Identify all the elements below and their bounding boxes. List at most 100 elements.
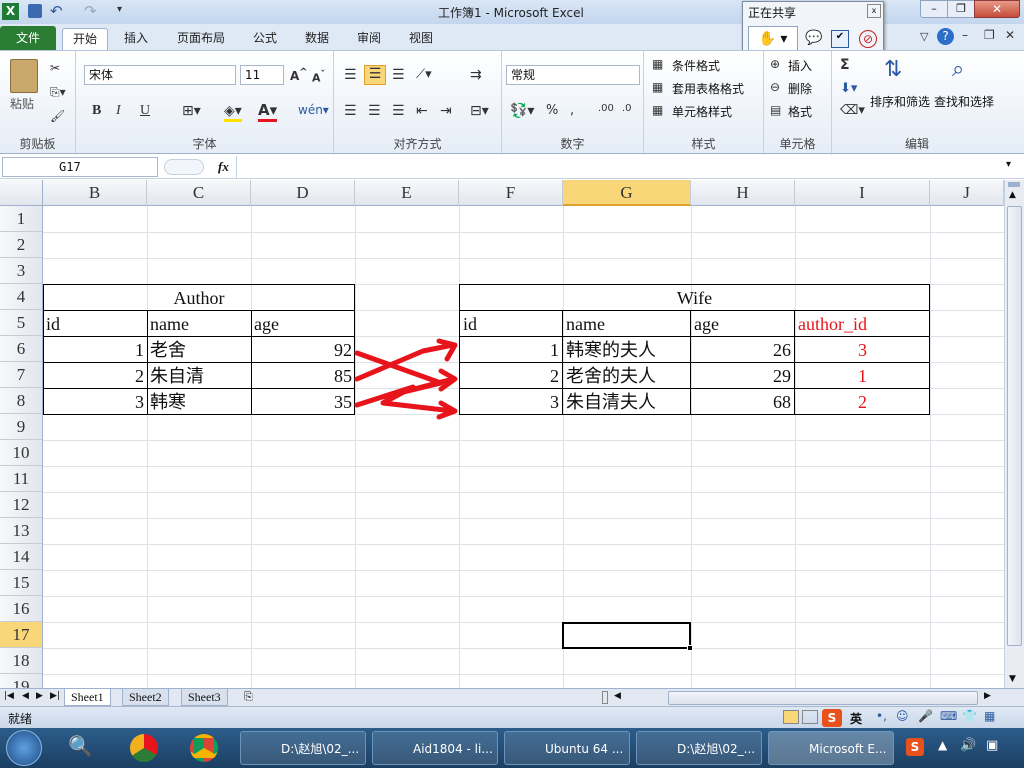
wife-cell-name[interactable]: 韩寒的夫人 (566, 337, 688, 363)
row-header[interactable]: 6 (0, 336, 42, 362)
wife-cell-name[interactable]: 老舍的夫人 (566, 363, 688, 389)
insert-cells-icon[interactable]: ⊕ (770, 57, 780, 71)
row-header[interactable]: 3 (0, 258, 42, 284)
normal-view-icon[interactable] (783, 710, 799, 724)
orientation-icon[interactable]: ⟋▾ (416, 67, 432, 82)
paste-icon[interactable] (10, 59, 38, 93)
row-header[interactable]: 8 (0, 388, 42, 414)
sheet-tab-sheet3[interactable]: Sheet3 (181, 689, 228, 706)
format-cells-button[interactable]: 格式 (788, 103, 812, 120)
whiteboard-icon[interactable]: ✔ (831, 30, 849, 48)
column-header-i[interactable]: I (795, 180, 930, 206)
author-header-name[interactable]: name (150, 311, 250, 337)
row-header[interactable]: 14 (0, 544, 42, 570)
chat-icon[interactable]: 💬 (805, 30, 822, 46)
author-cell-age[interactable]: 35 (251, 389, 352, 415)
author-cell-name[interactable]: 韩寒 (150, 389, 250, 415)
scroll-left-icon[interactable]: ◀ (614, 691, 621, 701)
hand-icon[interactable]: ✋ ▾ (748, 26, 798, 52)
customize-qat-icon[interactable]: ▾ (117, 4, 122, 15)
stop-sharing-icon[interactable]: ⊘ (859, 30, 877, 48)
ime-keyboard-icon[interactable]: ⌨ (940, 709, 957, 723)
row-header[interactable]: 15 (0, 570, 42, 596)
column-header-g[interactable]: G (563, 180, 691, 206)
row-header[interactable]: 5 (0, 310, 42, 336)
taskbar-item-aid1804[interactable]: Aid1804 - li... (372, 731, 498, 765)
wife-cell-id[interactable]: 2 (459, 363, 559, 389)
column-header-c[interactable]: C (147, 180, 251, 206)
cell-styles-icon[interactable]: ▦ (652, 103, 663, 117)
wife-cell-author-id[interactable]: 3 (795, 337, 930, 363)
number-format-select[interactable]: 常规 (506, 65, 640, 85)
wife-cell-age[interactable]: 26 (691, 337, 791, 363)
clear-icon[interactable]: ⌫▾ (840, 103, 865, 118)
sheet-nav-next-icon[interactable]: ▶ (36, 691, 43, 701)
format-table-icon[interactable]: ▦ (652, 80, 663, 94)
ime-tools-icon[interactable]: ▦ (984, 709, 995, 723)
sheet-nav-first-icon[interactable]: |◀ (4, 691, 14, 701)
wife-header-age[interactable]: age (694, 311, 792, 337)
ime-emoji-icon[interactable]: ☺ (896, 709, 909, 723)
bold-button[interactable]: B (92, 103, 101, 119)
author-header-id[interactable]: id (46, 311, 146, 337)
tab-split-handle[interactable] (602, 691, 608, 704)
conditional-format-icon[interactable]: ▦ (652, 57, 663, 71)
row-header[interactable]: 12 (0, 492, 42, 518)
tab-data[interactable]: 数据 (305, 28, 329, 50)
row-header-selected[interactable]: 17 (0, 622, 42, 648)
ime-skin-icon[interactable]: 👕 (962, 709, 977, 723)
name-box[interactable]: G17 (2, 157, 158, 177)
row-header[interactable]: 9 (0, 414, 42, 440)
tab-insert[interactable]: 插入 (124, 28, 148, 50)
ribbon-minimize-icon[interactable]: ▽ (920, 30, 928, 43)
select-all-corner[interactable] (0, 180, 43, 206)
phonetic-icon[interactable]: wén▾ (298, 103, 329, 117)
sheet-tab-sheet2[interactable]: Sheet2 (122, 689, 169, 706)
format-as-table-button[interactable]: 套用表格格式 (672, 80, 744, 97)
scroll-up-icon[interactable]: ▲ (1009, 190, 1016, 200)
author-cell-id[interactable]: 2 (43, 363, 144, 389)
decrease-decimal-icon[interactable]: .0 (622, 103, 632, 114)
formula-input[interactable] (236, 156, 1004, 178)
author-table-title[interactable]: Author (43, 285, 355, 311)
expand-formula-icon[interactable]: ▾ (1006, 159, 1011, 170)
magnifier-pin-icon[interactable]: 🔍 (68, 734, 93, 758)
scroll-right-icon[interactable]: ▶ (984, 691, 991, 701)
format-painter-icon[interactable]: 🖌 (50, 109, 65, 123)
delete-cells-icon[interactable]: ⊖ (770, 80, 780, 94)
row-header[interactable]: 13 (0, 518, 42, 544)
horizontal-scroll-thumb[interactable] (668, 691, 978, 705)
increase-decimal-icon[interactable]: .00 (598, 103, 614, 114)
vertical-scrollbar[interactable]: ▲ ▼ (1004, 180, 1024, 688)
active-cell-g17[interactable] (562, 622, 691, 649)
workbook-close-icon[interactable]: ✕ (1005, 28, 1015, 42)
tray-sogou-icon[interactable]: S (906, 738, 924, 756)
align-top-icon[interactable]: ☰ (344, 67, 357, 83)
chrome-pin-icon[interactable] (190, 734, 218, 762)
formula-bar-toggle-icon[interactable] (164, 159, 204, 175)
wife-header-name[interactable]: name (566, 311, 688, 337)
split-box[interactable] (1008, 182, 1020, 187)
wife-cell-age[interactable]: 29 (691, 363, 791, 389)
insert-sheet-icon[interactable]: ⎘ (244, 690, 253, 704)
author-cell-name[interactable]: 朱自清 (150, 363, 250, 389)
row-header[interactable]: 2 (0, 232, 42, 258)
sheet-nav-last-icon[interactable]: ▶| (50, 691, 60, 701)
author-cell-id[interactable]: 1 (43, 337, 144, 363)
autosum-icon[interactable]: Σ (840, 57, 850, 73)
wife-cell-author-id[interactable]: 2 (795, 389, 930, 415)
taskbar-item-folder-1[interactable]: D:\赵旭\02_... (240, 731, 366, 765)
column-header-h[interactable]: H (691, 180, 795, 206)
sort-filter-icon[interactable]: ⇅ (884, 57, 902, 82)
tab-page-layout[interactable]: 页面布局 (177, 28, 225, 50)
column-header-e[interactable]: E (355, 180, 459, 206)
maximize-button[interactable]: ❐ (947, 0, 975, 18)
font-size-select[interactable]: 11 (240, 65, 284, 85)
shrink-font-icon[interactable]: Aˇ (312, 69, 325, 85)
row-header[interactable]: 4 (0, 284, 42, 310)
underline-button[interactable]: U (140, 103, 150, 119)
row-header[interactable]: 11 (0, 466, 42, 492)
help-icon[interactable]: ? (937, 28, 954, 45)
insert-function-icon[interactable]: fx (218, 159, 229, 175)
vertical-scroll-thumb[interactable] (1007, 206, 1022, 646)
